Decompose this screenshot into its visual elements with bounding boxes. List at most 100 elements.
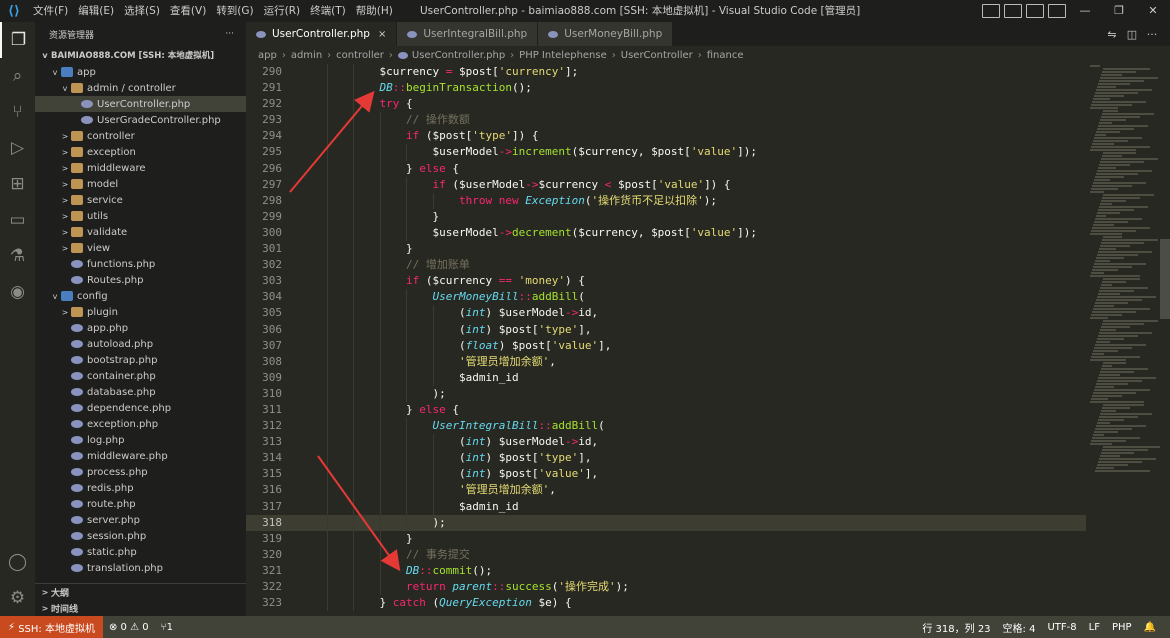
run-debug-icon[interactable]: ▷ [0,130,35,166]
tree-item[interactable]: > validate [35,224,246,240]
account-icon[interactable]: ◯ [0,544,35,580]
tree-item[interactable]: > controller [35,128,246,144]
workspace-root[interactable]: v BAIMIAO888.COM [SSH: 本地虚拟机] [35,46,246,64]
tree-item[interactable]: Routes.php [35,272,246,288]
minimap[interactable] [1086,64,1160,616]
minimap-line [1090,359,1126,361]
outline-section[interactable]: > 大纲 [35,584,246,600]
notifications-icon[interactable]: 🔔 [1138,622,1162,633]
tree-item[interactable]: translation.php [35,560,246,576]
testing-icon[interactable]: ⚗ [0,238,35,274]
remote-indicator[interactable]: ⚡ SSH: 本地虚拟机 [0,616,103,638]
tree-item[interactable]: UserGradeController.php [35,112,246,128]
code-editor[interactable]: 290 $currency = $post['currency']; 291 DB::… [246,64,1086,616]
code-token: ( [459,435,466,449]
customize-layout-icon[interactable] [1048,4,1066,18]
end-of-line[interactable]: LF [1083,622,1106,633]
tree-item[interactable]: dependence.php [35,400,246,416]
source-control-icon[interactable]: ⑂ [0,94,35,130]
menu-item[interactable]: 终端(T) [305,0,351,22]
menu-item[interactable]: 运行(R) [259,0,306,22]
code-text: $userModel->increment($currency, $post['… [433,144,758,160]
split-editor-icon[interactable]: ◫ [1122,28,1142,41]
tab-usercontroller[interactable]: UserController.php × [246,22,398,46]
tree-item[interactable]: functions.php [35,256,246,272]
breadcrumb-item[interactable]: UserController [621,50,693,61]
tree-item[interactable]: container.php [35,368,246,384]
indentation[interactable]: 空格: 4 [997,620,1042,635]
gear-icon[interactable]: ⚙ [0,580,35,616]
tree-item[interactable]: exception.php [35,416,246,432]
close-icon[interactable]: × [378,29,386,40]
tree-item[interactable]: > exception [35,144,246,160]
tab-usermoneybill[interactable]: UserMoneyBill.php [538,22,674,46]
tree-item[interactable]: v app [35,64,246,80]
explorer-icon[interactable]: ❐ [0,22,35,58]
minimap-line [1090,401,1144,403]
tree-item[interactable]: redis.php [35,480,246,496]
encoding[interactable]: UTF-8 [1041,622,1082,633]
menu-item[interactable]: 选择(S) [119,0,165,22]
tree-item[interactable]: process.php [35,464,246,480]
remote-explorer-icon[interactable]: ▭ [0,202,35,238]
tree-item[interactable]: server.php [35,512,246,528]
code-line: 322 return parent::success('操作完成'); [246,579,1086,596]
tree-item[interactable]: > model [35,176,246,192]
menu-item[interactable]: 查看(V) [165,0,211,22]
cursor-position[interactable]: 行 318，列 23 [916,620,996,635]
search-icon[interactable]: ⌕ [0,58,35,94]
language-mode[interactable]: PHP [1106,622,1138,633]
tree-item[interactable]: v config [35,288,246,304]
tree-item[interactable]: route.php [35,496,246,512]
php-file-icon [81,116,93,124]
more-actions-icon[interactable]: ··· [1142,28,1162,41]
breadcrumb-item[interactable]: UserController.php [412,50,505,61]
tree-item[interactable]: database.php [35,384,246,400]
minimize-button[interactable]: — [1068,0,1102,22]
restore-button[interactable]: ❐ [1102,0,1136,22]
menu-item[interactable]: 文件(F) [28,0,73,22]
breadcrumb-item[interactable]: finance [707,50,744,61]
tree-item[interactable]: v admin / controller [35,80,246,96]
toggle-panel-icon[interactable] [1004,4,1022,18]
breadcrumb-item[interactable]: PHP Intelephense [519,50,607,61]
compare-icon[interactable]: ⇋ [1102,28,1122,41]
tab-userintegralbill[interactable]: UserIntegralBill.php [397,22,539,46]
tree-item[interactable]: > middleware [35,160,246,176]
menu-item[interactable]: 转到(G) [211,0,258,22]
tree-item[interactable]: middleware.php [35,448,246,464]
github-icon[interactable]: ◉ [0,274,35,310]
tree-item[interactable]: > service [35,192,246,208]
toggle-secondary-sidebar-icon[interactable] [1026,4,1044,18]
toggle-primary-sidebar-icon[interactable] [982,4,1000,18]
tree-item[interactable]: > plugin [35,304,246,320]
breadcrumb-item[interactable]: controller [336,50,384,61]
breadcrumb-item[interactable]: app [258,50,277,61]
tree-item[interactable]: autoload.php [35,336,246,352]
line-number: 307 [262,338,282,352]
code-token: int [465,451,486,465]
extensions-icon[interactable]: ⊞ [0,166,35,202]
vertical-scrollbar[interactable] [1160,64,1170,616]
tree-item[interactable]: > utils [35,208,246,224]
timeline-section[interactable]: > 时间线 [35,600,246,616]
menu-item[interactable]: 帮助(H) [351,0,398,22]
tree-item[interactable]: UserController.php [35,96,246,112]
tree-item[interactable]: app.php [35,320,246,336]
tree-item[interactable]: static.php [35,544,246,560]
code-line: 312 UserIntegralBill::addBill( [246,418,1086,435]
tree-item[interactable]: log.php [35,432,246,448]
indent-guide [353,257,354,274]
problems-indicator[interactable]: ⊗ 0 ⚠ 0 [103,622,155,633]
close-window-button[interactable]: ✕ [1136,0,1170,22]
explorer-more-button[interactable]: ··· [225,29,234,39]
tree-item[interactable]: > view [35,240,246,256]
indent-guide [326,224,328,242]
breadcrumb-item[interactable]: admin [291,50,322,61]
ports-indicator[interactable]: ⑂1 [155,622,179,633]
scrollbar-thumb[interactable] [1160,239,1170,319]
tree-item[interactable]: session.php [35,528,246,544]
minimap-line [1093,98,1110,100]
tree-item[interactable]: bootstrap.php [35,352,246,368]
menu-item[interactable]: 编辑(E) [73,0,119,22]
